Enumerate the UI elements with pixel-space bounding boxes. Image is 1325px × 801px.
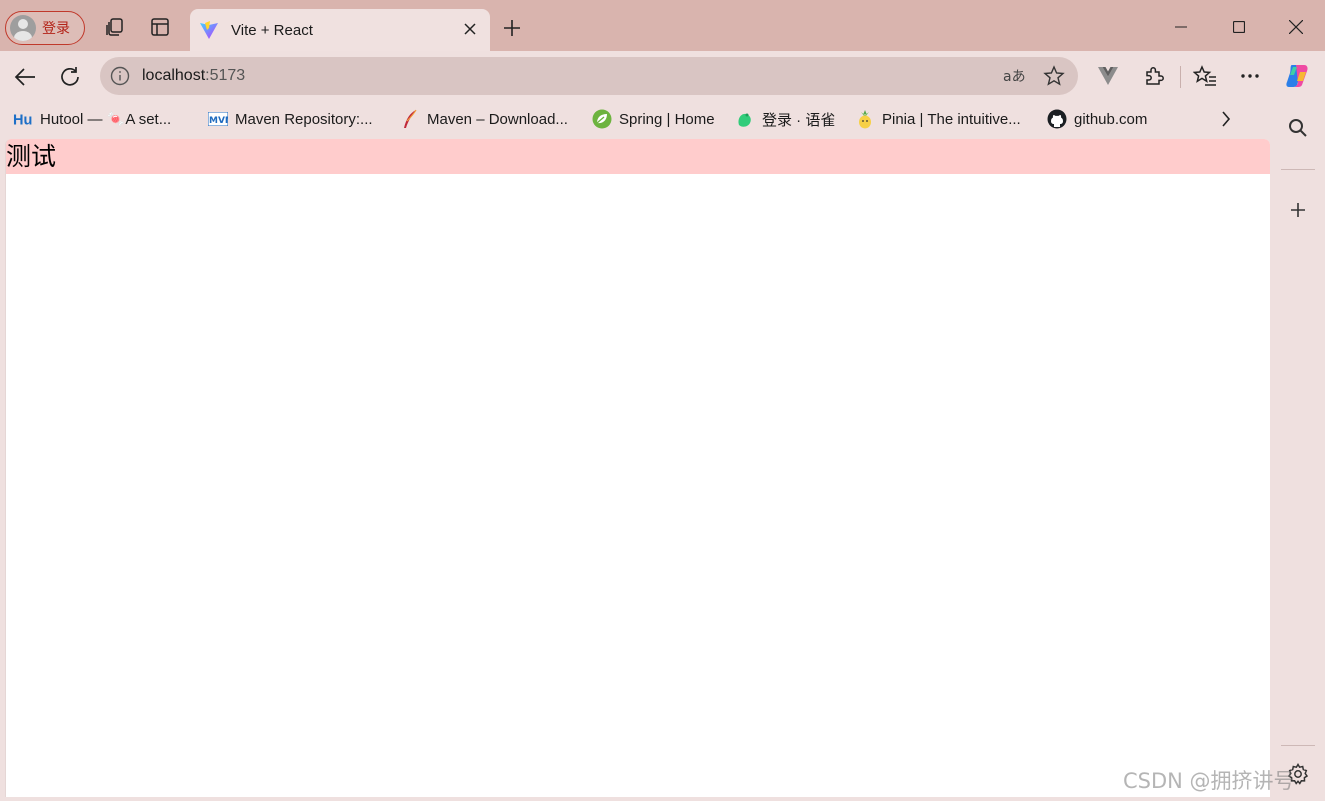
bookmark-label: Pinia | The intuitive... <box>882 110 1021 128</box>
spring-leaf-icon <box>592 109 612 129</box>
page-heading: 测试 <box>6 139 1270 174</box>
page-content: 测试 <box>5 139 1270 797</box>
svg-text:MVN: MVN <box>209 116 228 126</box>
minimize-icon[interactable] <box>1166 12 1196 42</box>
favorite-star-icon[interactable] <box>1042 65 1066 87</box>
search-icon[interactable] <box>1285 115 1311 141</box>
favorites-list-icon[interactable] <box>1192 63 1218 89</box>
bookmark-maven-download[interactable]: Maven – Download... <box>400 107 568 131</box>
more-menu-icon[interactable] <box>1237 63 1263 89</box>
github-icon <box>1047 109 1067 129</box>
tab-strip: 登录 Vite + React <box>0 0 1325 51</box>
sidebar-divider <box>1281 745 1315 746</box>
sidebar-divider <box>1281 169 1315 170</box>
toolbar-divider <box>1180 66 1181 88</box>
copilot-icon[interactable] <box>1284 63 1310 89</box>
bookmark-hutool[interactable]: Hu Hutool — 🍬A set... <box>13 107 171 131</box>
bookmark-spring[interactable]: Spring | Home <box>592 107 715 131</box>
read-aloud-translate-icon[interactable]: aあ <box>1002 65 1026 87</box>
favorites-bar: Hu Hutool — 🍬A set... MVN Maven Reposito… <box>0 101 1270 137</box>
active-tab[interactable]: Vite + React <box>190 9 490 51</box>
close-window-icon[interactable] <box>1281 12 1311 42</box>
url-port: :5173 <box>205 67 246 84</box>
watermark: CSDN @拥挤讲号 <box>1123 769 1295 793</box>
feather-icon <box>400 109 420 129</box>
vite-logo-icon <box>198 19 220 41</box>
workspaces-icon[interactable] <box>104 16 126 38</box>
address-bar[interactable]: localhost:5173 aあ <box>100 57 1078 95</box>
bookmark-label: Maven – Download... <box>427 110 568 128</box>
avatar <box>10 15 36 41</box>
new-tab-icon[interactable] <box>500 16 524 40</box>
profile-label: 登录 <box>42 21 70 37</box>
pineapple-icon <box>855 109 875 129</box>
bookmark-yuque[interactable]: 登录 · 语雀 <box>735 107 835 131</box>
bookmark-label: Maven Repository:... <box>235 110 373 128</box>
maximize-icon[interactable] <box>1224 12 1254 42</box>
bookmark-label: Hutool — 🍬A set... <box>40 111 172 128</box>
bookmark-label: github.com <box>1074 110 1148 128</box>
bookmark-label: 登录 · 语雀 <box>762 111 836 129</box>
add-icon[interactable] <box>1285 197 1311 223</box>
site-info-icon[interactable] <box>109 65 131 87</box>
mvn-icon: MVN <box>208 109 228 129</box>
back-arrow-icon[interactable] <box>11 63 39 91</box>
tab-title: Vite + React <box>231 21 313 39</box>
bookmark-maven-repository[interactable]: MVN Maven Repository:... <box>208 107 373 131</box>
url-host: localhost <box>142 67 206 84</box>
yuque-icon <box>735 109 755 129</box>
extensions-puzzle-icon[interactable] <box>1141 63 1167 89</box>
bookmark-github[interactable]: github.com <box>1047 107 1147 131</box>
hutool-icon: Hu <box>13 109 33 129</box>
svg-text:aあ: aあ <box>1003 69 1025 84</box>
close-tab-icon[interactable] <box>460 19 480 39</box>
sidebar <box>1270 101 1325 801</box>
profile-button[interactable]: 登录 <box>5 11 85 45</box>
vue-devtools-icon[interactable] <box>1095 63 1121 89</box>
toolbar: localhost:5173 aあ <box>0 51 1325 101</box>
chevron-right-icon[interactable] <box>1214 107 1238 131</box>
refresh-icon[interactable] <box>56 63 84 91</box>
bookmark-pinia[interactable]: Pinia | The intuitive... <box>855 107 1021 131</box>
vertical-tabs-icon[interactable] <box>149 16 171 38</box>
svg-text:Hu: Hu <box>13 112 32 128</box>
bookmark-label: Spring | Home <box>619 110 715 128</box>
url-text[interactable]: localhost:5173 <box>142 67 245 85</box>
